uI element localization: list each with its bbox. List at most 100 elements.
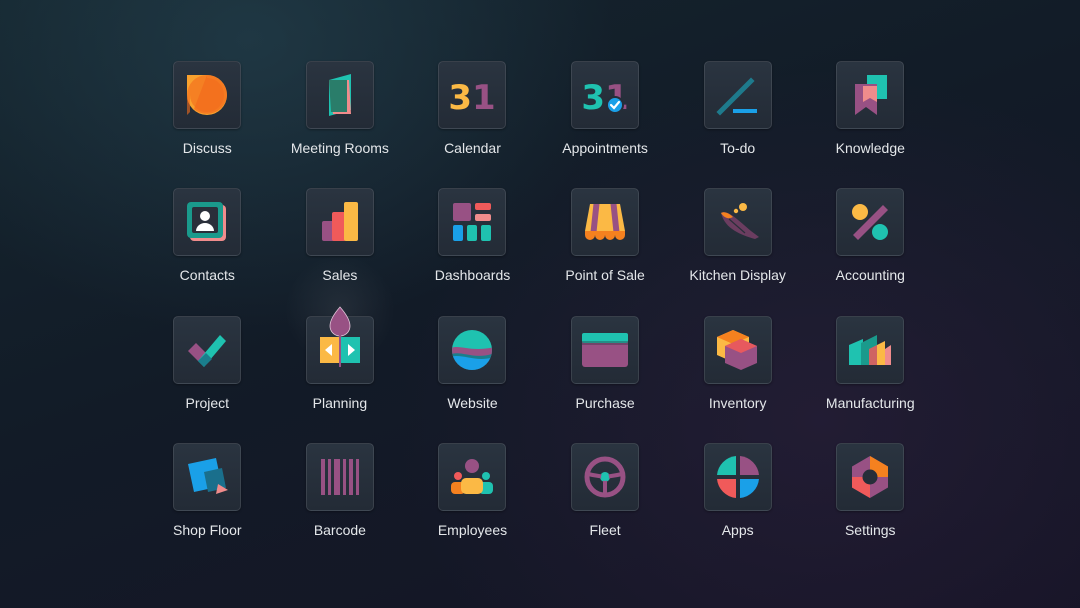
- app-todo[interactable]: To-do: [671, 61, 804, 188]
- app-inventory[interactable]: Inventory: [671, 315, 804, 443]
- point-of-sale-icon: [585, 204, 626, 241]
- app-tile[interactable]: [703, 442, 772, 511]
- sales-icon: [321, 202, 358, 242]
- app-project[interactable]: Project: [141, 315, 274, 443]
- app-label: Point of Sale: [565, 267, 645, 284]
- app-label: Dashboards: [434, 267, 511, 284]
- app-tile[interactable]: [305, 305, 374, 384]
- app-tile[interactable]: 31: [571, 61, 640, 129]
- app-label: Fleet: [589, 521, 621, 538]
- app-label: Barcode: [313, 521, 366, 538]
- app-label: Meeting Rooms: [290, 140, 389, 156]
- app-tile[interactable]: [571, 188, 640, 257]
- app-label: Sales: [322, 267, 358, 284]
- meeting-rooms-icon: [328, 74, 351, 116]
- app-manufacturing[interactable]: Manufacturing: [804, 315, 937, 443]
- app-point-of-sale[interactable]: Point of Sale: [539, 188, 672, 315]
- app-appointments[interactable]: 31 Appointments: [539, 61, 672, 188]
- app-label: Knowledge: [835, 140, 905, 156]
- app-shop-floor[interactable]: Shop Floor: [141, 442, 274, 570]
- dashboards-icon: [453, 203, 492, 242]
- app-label: Apps: [721, 521, 754, 538]
- app-planning[interactable]: Planning: [274, 305, 407, 443]
- app-tile[interactable]: [173, 61, 242, 129]
- app-tile[interactable]: [305, 442, 374, 511]
- app-tile[interactable]: [173, 188, 242, 257]
- app-label: Kitchen Display: [689, 267, 786, 284]
- app-discuss[interactable]: Discuss: [141, 61, 274, 188]
- app-tile[interactable]: [438, 442, 507, 511]
- app-sales[interactable]: Sales: [274, 188, 407, 315]
- svg-text:31: 31: [449, 78, 496, 118]
- settings-icon: [852, 455, 889, 498]
- app-apps[interactable]: Apps: [671, 442, 804, 570]
- app-label: Contacts: [179, 267, 235, 284]
- appointments-icon: 31: [581, 78, 628, 118]
- knowledge-icon: [855, 75, 888, 115]
- app-tile[interactable]: [438, 188, 507, 257]
- app-calendar[interactable]: 31 Calendar: [406, 61, 539, 188]
- app-tile[interactable]: [836, 442, 905, 511]
- app-fleet[interactable]: Fleet: [539, 442, 672, 570]
- appointments-day-digit-1: 3: [581, 78, 605, 118]
- app-label: Shop Floor: [173, 521, 242, 538]
- app-label: Project: [185, 394, 230, 411]
- app-tile[interactable]: [836, 61, 905, 129]
- calendar-day-digit-2: 1: [472, 78, 496, 118]
- app-tile[interactable]: [438, 315, 507, 384]
- app-label: Accounting: [835, 267, 905, 284]
- accounting-icon: [852, 204, 889, 241]
- app-label: Website: [447, 394, 498, 411]
- app-contacts[interactable]: Contacts: [141, 188, 274, 315]
- fleet-icon: [584, 456, 626, 498]
- app-tile[interactable]: [173, 315, 242, 384]
- apps-icon: [716, 455, 759, 498]
- app-label: Planning: [312, 394, 368, 411]
- app-tile[interactable]: [836, 315, 905, 384]
- todo-icon: [716, 77, 757, 116]
- app-label: Discuss: [182, 140, 232, 156]
- app-tile[interactable]: [305, 188, 374, 257]
- app-accounting[interactable]: Accounting: [804, 188, 937, 315]
- calendar-day-digit-1: 3: [449, 78, 473, 118]
- website-icon: [452, 329, 493, 370]
- app-knowledge[interactable]: Knowledge: [804, 61, 937, 188]
- app-tile[interactable]: [703, 61, 772, 129]
- app-tile[interactable]: 31: [438, 61, 507, 129]
- app-kitchen-display[interactable]: Kitchen Display: [671, 188, 804, 315]
- manufacturing-icon: [849, 334, 892, 365]
- app-barcode[interactable]: Barcode: [274, 442, 407, 570]
- shop-floor-icon: [188, 457, 229, 494]
- app-meeting-rooms[interactable]: Meeting Rooms: [274, 61, 407, 188]
- barcode-icon: [320, 458, 359, 495]
- discuss-icon: [187, 75, 228, 115]
- app-tile[interactable]: [305, 61, 374, 129]
- contacts-icon: [187, 202, 227, 242]
- app-tile[interactable]: [703, 188, 772, 257]
- app-label: Employees: [437, 521, 508, 538]
- calendar-icon: 31: [449, 78, 496, 118]
- employees-icon: [451, 458, 494, 494]
- app-employees[interactable]: Employees: [406, 442, 539, 570]
- app-grid: Discuss Meeting Rooms 31 Calendar 31: [141, 61, 937, 570]
- app-label: Settings: [844, 521, 896, 538]
- app-label: Purchase: [575, 394, 635, 411]
- svg-text:31: 31: [581, 78, 628, 118]
- app-label: Calendar: [444, 140, 501, 156]
- app-tile[interactable]: [836, 188, 905, 257]
- app-website[interactable]: Website: [406, 315, 539, 443]
- app-tile[interactable]: [571, 442, 640, 511]
- app-dashboards[interactable]: Dashboards: [406, 188, 539, 315]
- app-settings[interactable]: Settings: [804, 442, 937, 570]
- app-label: Inventory: [708, 394, 767, 411]
- inventory-icon: [716, 329, 757, 370]
- project-icon: [188, 334, 227, 367]
- planning-icon: [319, 305, 360, 367]
- app-tile[interactable]: [703, 315, 772, 384]
- kitchen-display-icon: [720, 203, 759, 240]
- app-tile[interactable]: [173, 442, 242, 511]
- purchase-icon: [582, 332, 629, 367]
- app-tile[interactable]: [571, 315, 640, 384]
- app-label: Appointments: [562, 140, 648, 156]
- app-purchase[interactable]: Purchase: [539, 315, 672, 443]
